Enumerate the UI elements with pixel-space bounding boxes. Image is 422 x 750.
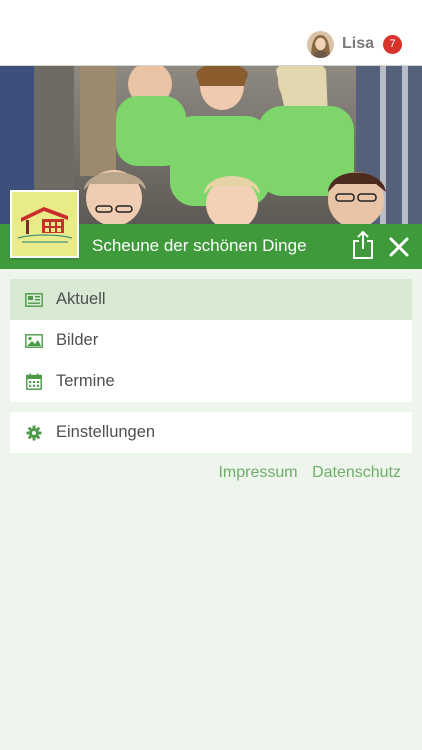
primary-menu: Aktuell Bilder Termine — [10, 279, 412, 402]
menu-label: Termine — [56, 372, 115, 390]
close-icon[interactable] — [386, 234, 412, 260]
page-title: Scheune der schönen Dinge — [92, 236, 307, 255]
menu-item-termine[interactable]: Termine — [10, 361, 412, 402]
menu-item-bilder[interactable]: Bilder — [10, 320, 412, 361]
footer-links: Impressum Datenschutz — [208, 464, 401, 482]
user-avatar[interactable] — [306, 30, 334, 58]
newspaper-icon — [25, 291, 43, 309]
impressum-link[interactable]: Impressum — [218, 464, 297, 481]
page-logo — [10, 190, 79, 258]
share-icon[interactable] — [350, 230, 376, 260]
secondary-menu: Einstellungen — [10, 412, 412, 453]
menu-item-einstellungen[interactable]: Einstellungen — [10, 412, 412, 453]
calendar-icon — [25, 373, 43, 391]
user-profile[interactable]: Lisa 7 — [306, 30, 402, 58]
top-bar: Lisa 7 — [0, 0, 422, 66]
datenschutz-link[interactable]: Datenschutz — [312, 464, 401, 481]
menu-item-aktuell[interactable]: Aktuell — [10, 279, 412, 320]
gear-icon — [25, 424, 43, 442]
menu-label: Bilder — [56, 331, 99, 349]
logo-image — [12, 192, 77, 256]
menu-label: Aktuell — [56, 290, 106, 308]
user-name[interactable]: Lisa — [342, 35, 374, 53]
menu-label: Einstellungen — [56, 423, 156, 441]
image-icon — [25, 332, 43, 350]
notification-badge[interactable]: 7 — [383, 34, 402, 54]
